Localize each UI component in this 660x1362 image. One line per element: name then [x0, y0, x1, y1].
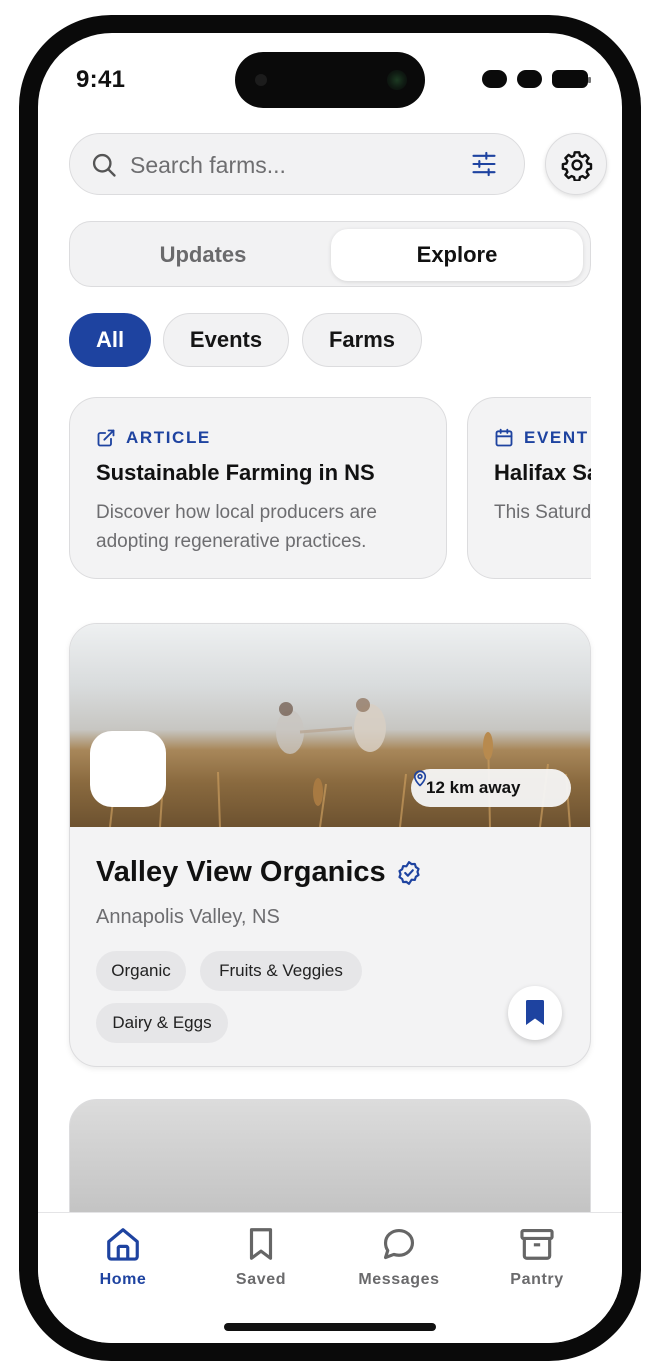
- home-indicator[interactable]: [224, 1323, 436, 1331]
- map-pin-icon: [413, 770, 427, 787]
- bookmark-icon: [249, 1228, 273, 1260]
- external-link-icon: [97, 429, 115, 447]
- save-farm-button[interactable]: [508, 986, 562, 1040]
- signal-icon: [482, 70, 507, 88]
- bookmark-filled-icon: [526, 1000, 544, 1025]
- farm-photo: 12 km away: [70, 624, 590, 827]
- wifi-icon: [517, 70, 542, 88]
- tab-home-label: Home: [99, 1271, 147, 1288]
- tab-updates[interactable]: Updates: [77, 229, 329, 281]
- app-screen: 9:41 Updates Explore All Events Farms: [38, 33, 622, 1343]
- filter-sliders-icon[interactable]: [470, 150, 498, 178]
- farm-name: Valley View Organics: [96, 856, 422, 889]
- farm-card[interactable]: 12 km away Valley View Organics Annapoli…: [69, 623, 591, 1067]
- tab-explore[interactable]: Explore: [331, 229, 583, 281]
- status-time: 9:41: [76, 66, 126, 93]
- news-tag: ARTICLE: [96, 428, 211, 448]
- tab-saved-label: Saved: [235, 1271, 287, 1288]
- farm-name-text: Valley View Organics: [96, 856, 386, 888]
- settings-button[interactable]: [545, 133, 607, 195]
- battery-icon: [552, 70, 591, 88]
- news-tag: EVENT: [494, 428, 589, 448]
- distance-text: 12 km away: [426, 778, 521, 797]
- tab-messages-label: Messages: [358, 1271, 440, 1288]
- tab-messages[interactable]: Messages: [344, 1225, 454, 1289]
- news-carousel[interactable]: ARTICLE Sustainable Farming in NS Discov…: [69, 397, 591, 579]
- gear-icon: [561, 151, 593, 181]
- news-title: Sustainable Farming in NS: [96, 460, 375, 485]
- news-tag-label: EVENT: [524, 428, 589, 447]
- farm-tag-organic: Organic: [96, 951, 186, 991]
- chat-bubble-icon: [383, 1228, 415, 1260]
- archive-box-icon: [520, 1228, 554, 1260]
- camera-lens: [387, 70, 407, 90]
- search-bar[interactable]: [69, 133, 525, 195]
- news-card-event[interactable]: EVENT Halifax Sa This Saturd from across: [467, 397, 591, 579]
- home-icon: [107, 1228, 139, 1261]
- search-icon: [92, 153, 116, 177]
- verified-badge-icon: [398, 860, 420, 885]
- tab-pantry-label: Pantry: [510, 1271, 564, 1288]
- sensor-dot: [255, 74, 267, 86]
- tab-saved[interactable]: Saved: [206, 1225, 316, 1289]
- calendar-icon: [495, 428, 513, 447]
- dynamic-island: [235, 52, 425, 108]
- tab-pantry[interactable]: Pantry: [482, 1225, 592, 1289]
- chip-farms[interactable]: Farms: [302, 313, 422, 367]
- search-input[interactable]: [130, 146, 450, 184]
- view-toggle: Updates Explore: [69, 221, 591, 287]
- news-description: This Saturd from across: [494, 502, 591, 523]
- farm-logo: [90, 731, 166, 807]
- tab-home[interactable]: Home: [68, 1225, 178, 1289]
- farm-tag-fruits-veggies: Fruits & Veggies: [200, 951, 362, 991]
- news-card-article[interactable]: ARTICLE Sustainable Farming in NS Discov…: [69, 397, 447, 579]
- news-title: Halifax Sa: [494, 460, 591, 485]
- chip-all[interactable]: All: [69, 313, 151, 367]
- chip-events[interactable]: Events: [163, 313, 289, 367]
- news-description: Discover how local producers are adoptin…: [96, 502, 377, 552]
- distance-badge: 12 km away: [411, 769, 571, 807]
- farm-tag-dairy-eggs: Dairy & Eggs: [96, 1003, 228, 1043]
- farm-location: Annapolis Valley, NS: [96, 906, 280, 928]
- news-tag-label: ARTICLE: [126, 428, 211, 447]
- status-icons: [482, 70, 591, 88]
